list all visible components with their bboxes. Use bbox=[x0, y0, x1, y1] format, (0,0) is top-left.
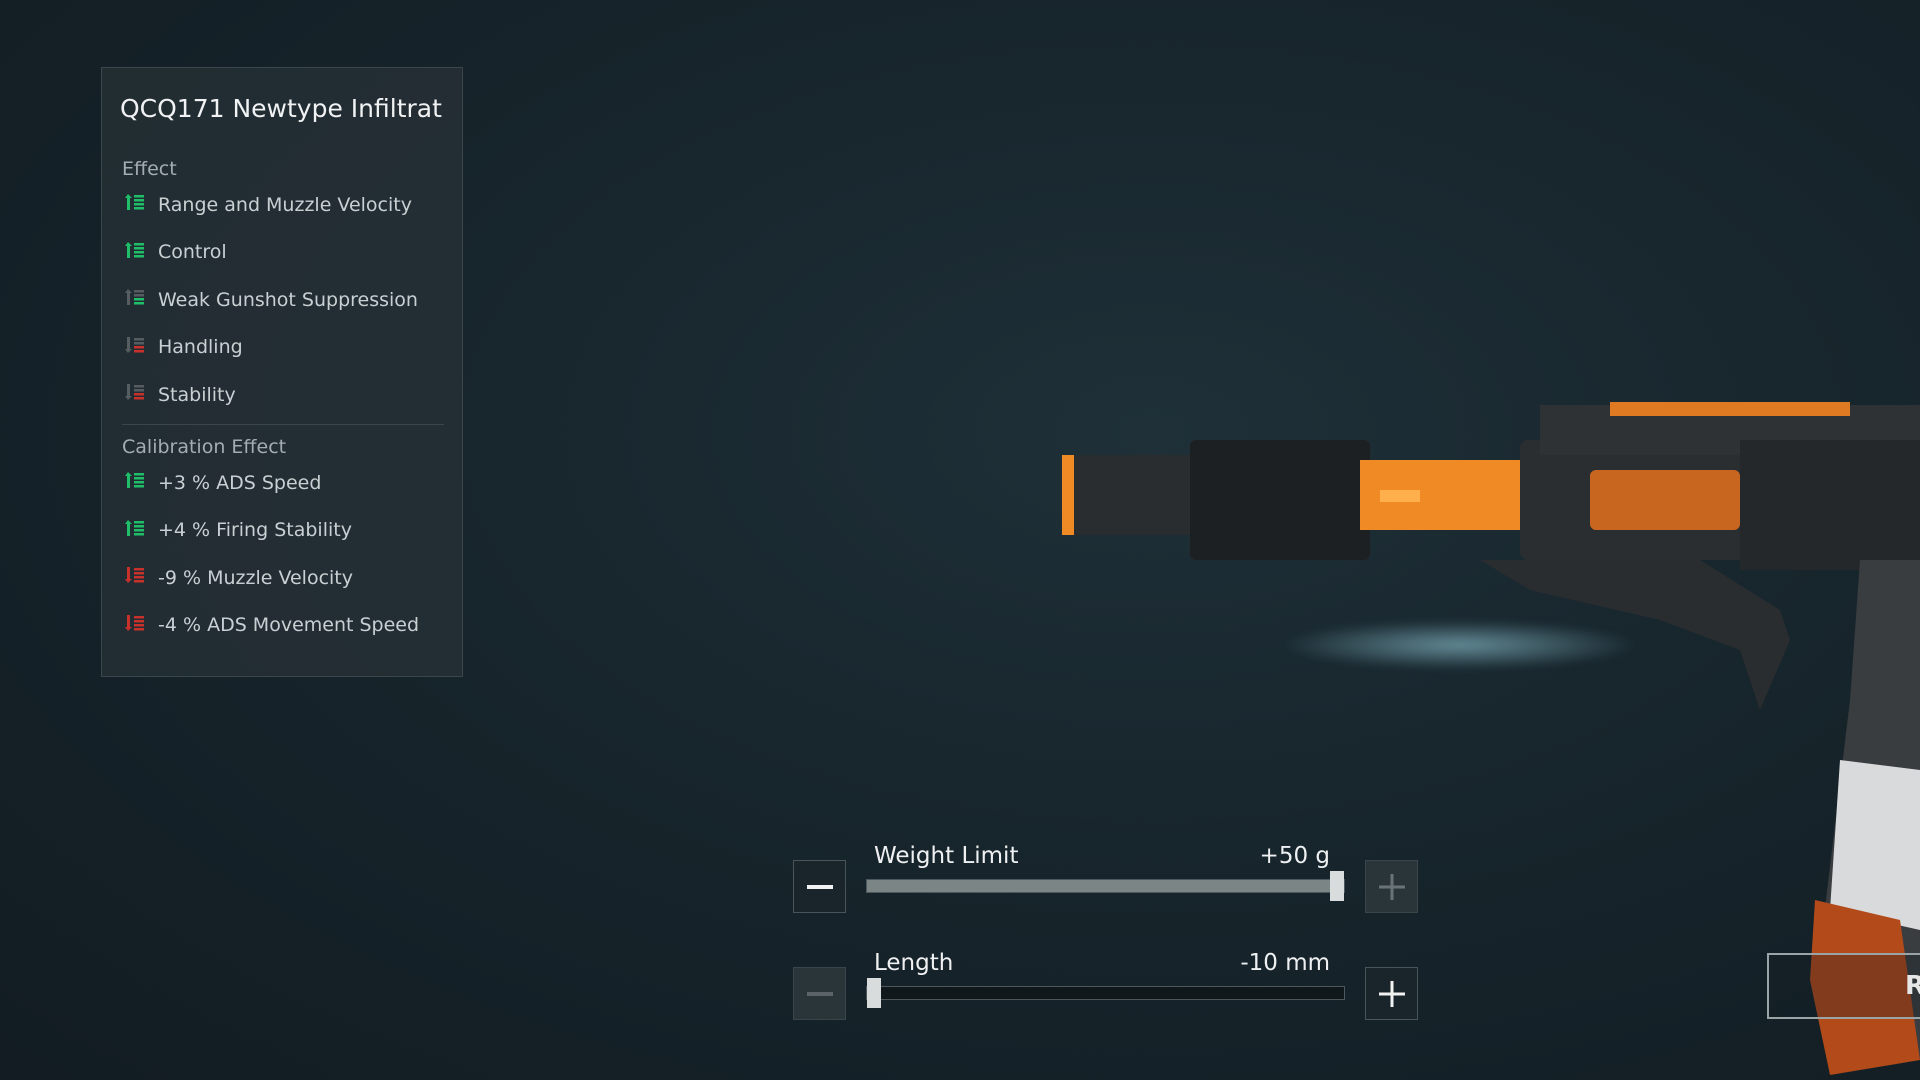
stat-increase-icon bbox=[124, 469, 146, 496]
effect-label: -4 % ADS Movement Speed bbox=[158, 614, 420, 636]
slider-thumb[interactable] bbox=[867, 978, 881, 1008]
calibration-effect-header: Calibration Effect bbox=[122, 436, 287, 458]
slider-fill bbox=[867, 880, 1344, 892]
divider bbox=[122, 424, 444, 425]
stat-increase-icon bbox=[124, 239, 146, 266]
effect-label: +3 % ADS Speed bbox=[158, 471, 322, 494]
slider-track[interactable] bbox=[866, 978, 1345, 1008]
stat-decrease-icon bbox=[124, 564, 146, 591]
slider-label: Weight Limit bbox=[874, 843, 1019, 869]
effect-row: Handling bbox=[124, 334, 243, 361]
effect-row: Range and Muzzle Velocity bbox=[124, 191, 412, 218]
plus-icon bbox=[1378, 980, 1405, 1007]
effect-header: Effect bbox=[122, 158, 177, 180]
effect-row: Weak Gunshot Suppression bbox=[124, 286, 418, 313]
slider-value: -10 mm bbox=[1240, 950, 1330, 976]
corner-action-button[interactable]: R bbox=[1767, 953, 1920, 1019]
effect-label: +4 % Firing Stability bbox=[158, 519, 352, 541]
slider-value: +50 g bbox=[1259, 843, 1330, 869]
calibration-row: +4 % Firing Stability bbox=[124, 517, 352, 544]
decrease-button[interactable] bbox=[793, 967, 846, 1020]
plus-icon bbox=[1378, 873, 1405, 900]
slider-track[interactable] bbox=[866, 871, 1345, 901]
stat-increase-icon bbox=[124, 517, 146, 544]
decrease-button[interactable] bbox=[793, 860, 846, 913]
stat-decrease-icon bbox=[124, 334, 146, 361]
effect-label: -9 % Muzzle Velocity bbox=[158, 566, 354, 589]
stat-decrease-icon bbox=[124, 612, 146, 639]
increase-button[interactable] bbox=[1365, 967, 1418, 1020]
calibration-row: +3 % ADS Speed bbox=[124, 469, 321, 496]
increase-button[interactable] bbox=[1365, 860, 1418, 913]
slider-thumb[interactable] bbox=[1330, 871, 1344, 901]
stat-increase-icon bbox=[124, 286, 146, 313]
effect-label: Range and Muzzle Velocity bbox=[158, 193, 412, 216]
minus-icon bbox=[806, 991, 833, 996]
effect-row: Control bbox=[124, 239, 227, 266]
attachment-info-panel: QCQ171 Newtype Infiltrat Effect Range an… bbox=[101, 67, 463, 677]
effect-row: Stability bbox=[124, 381, 236, 408]
effect-label: Weak Gunshot Suppression bbox=[158, 288, 418, 311]
calibration-row: -4 % ADS Movement Speed bbox=[124, 612, 419, 639]
calibration-row: -9 % Muzzle Velocity bbox=[124, 564, 353, 591]
effect-label: Handling bbox=[158, 336, 243, 358]
stat-increase-icon bbox=[124, 191, 146, 218]
slider-label: Length bbox=[874, 950, 954, 976]
attachment-title: QCQ171 Newtype Infiltrat bbox=[120, 94, 442, 123]
effect-label: Stability bbox=[158, 383, 236, 406]
minus-icon bbox=[806, 884, 833, 889]
effect-label: Control bbox=[158, 241, 227, 263]
stat-decrease-icon bbox=[124, 381, 146, 408]
